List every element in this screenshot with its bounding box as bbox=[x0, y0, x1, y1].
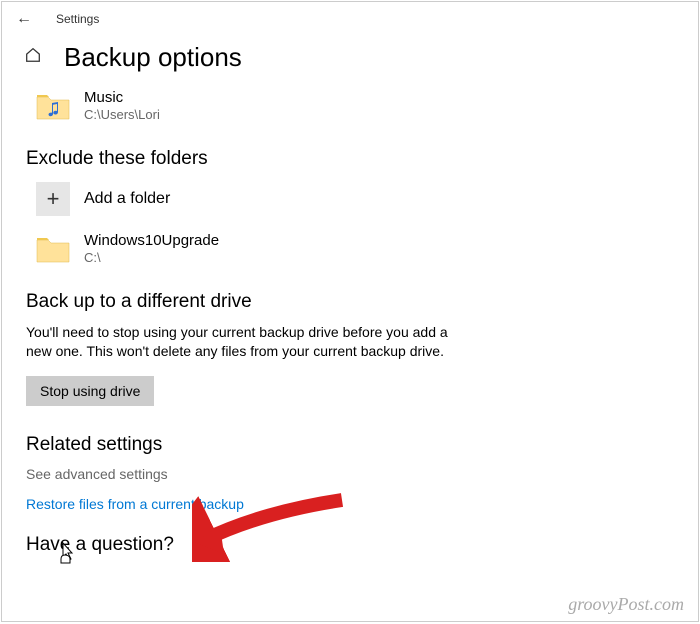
folder-icon bbox=[36, 234, 70, 264]
restore-files-link[interactable]: Restore files from a current backup bbox=[26, 496, 674, 512]
watermark: groovyPost.com bbox=[568, 594, 684, 615]
page-title: Backup options bbox=[64, 42, 242, 73]
folder-text: Music C:\Users\Lori bbox=[84, 89, 160, 124]
settings-window: ← Settings Backup options Music C:\Users… bbox=[1, 1, 699, 622]
home-icon[interactable] bbox=[24, 46, 44, 69]
content-area: Music C:\Users\Lori Exclude these folder… bbox=[2, 83, 698, 556]
add-folder-label: Add a folder bbox=[84, 190, 170, 208]
advanced-settings-link[interactable]: See advanced settings bbox=[26, 466, 674, 482]
music-folder-icon bbox=[36, 91, 70, 121]
folder-name: Music bbox=[84, 89, 160, 107]
folder-text: Windows10Upgrade C:\ bbox=[84, 232, 219, 267]
excluded-folder-item[interactable]: Windows10Upgrade C:\ bbox=[26, 228, 674, 271]
plus-icon: + bbox=[36, 182, 70, 216]
folder-path: C:\Users\Lori bbox=[84, 107, 160, 124]
different-drive-heading: Back up to a different drive bbox=[26, 291, 674, 313]
folder-path: C:\ bbox=[84, 250, 219, 267]
different-drive-body: You'll need to stop using your current b… bbox=[26, 323, 456, 362]
stop-using-drive-button[interactable]: Stop using drive bbox=[26, 376, 154, 406]
question-heading: Have a question? bbox=[26, 534, 674, 556]
titlebar-label: Settings bbox=[56, 12, 99, 26]
exclude-heading: Exclude these folders bbox=[26, 148, 674, 170]
related-heading: Related settings bbox=[26, 434, 674, 456]
folder-name: Windows10Upgrade bbox=[84, 232, 219, 250]
back-arrow-icon[interactable]: ← bbox=[16, 10, 32, 28]
titlebar: ← Settings bbox=[2, 2, 698, 36]
included-folder-item[interactable]: Music C:\Users\Lori bbox=[26, 85, 674, 128]
page-header: Backup options bbox=[2, 36, 698, 83]
add-folder-button[interactable]: + Add a folder bbox=[26, 180, 674, 218]
